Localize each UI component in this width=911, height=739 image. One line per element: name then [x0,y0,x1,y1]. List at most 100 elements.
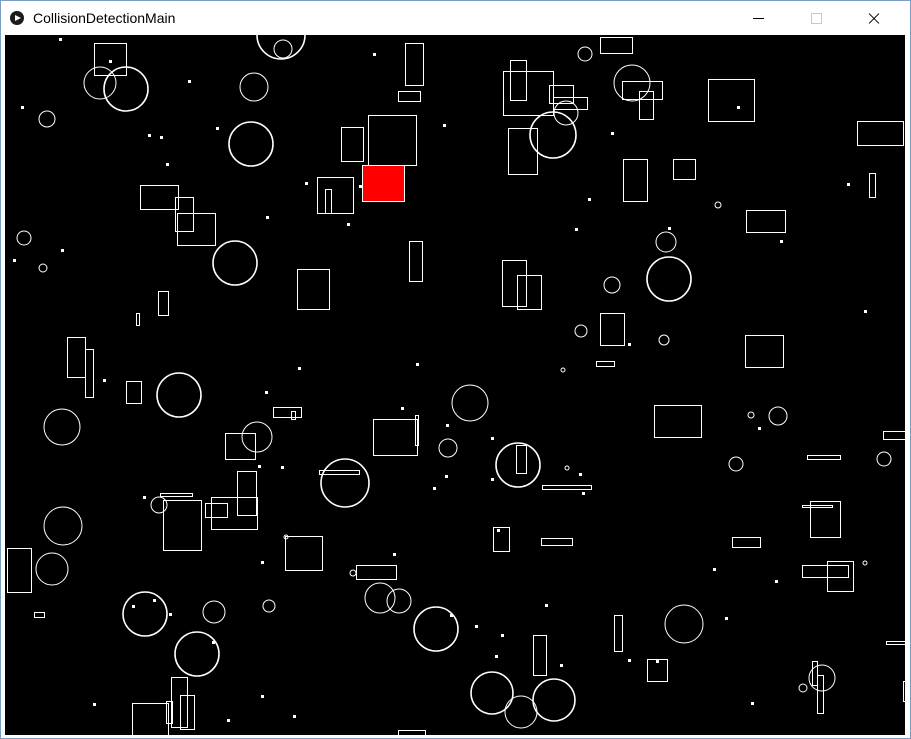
scene-svg [7,35,905,735]
point-dot [13,259,16,262]
outlined-rectangle [7,548,32,593]
outlined-rectangle [177,213,216,246]
outlined-rectangle [225,433,256,460]
outlined-rectangle [373,419,418,456]
outlined-circle [156,372,202,418]
outlined-circle [747,411,755,419]
point-dot [491,478,494,481]
outlined-rectangle [205,503,228,518]
point-dot [212,641,215,644]
point-dot [305,182,308,185]
outlined-circle [664,604,704,644]
point-dot [216,127,219,130]
point-dot [560,664,563,667]
outlined-rectangle [533,635,547,676]
outlined-rectangle [654,405,702,438]
point-dot [628,659,631,662]
outlined-circle [35,552,69,586]
outlined-rectangle [812,661,818,686]
colliding-rectangle[interactable] [362,165,405,202]
outlined-rectangle [732,537,761,548]
outlined-circle [38,263,48,273]
outlined-circle [122,591,168,637]
outlined-circle [349,569,357,577]
outlined-circle [470,671,514,715]
outlined-circle [504,695,538,729]
outlined-rectangle [623,159,648,202]
outlined-rectangle [802,565,849,578]
point-dot [21,106,24,109]
outlined-circle [862,560,868,566]
maximize-button[interactable] [793,1,839,35]
point-dot [847,183,850,186]
point-dot [737,106,740,109]
outlined-rectangle [517,275,542,310]
outlined-rectangle [132,703,169,735]
outlined-circle [273,39,293,59]
outlined-rectangle [163,500,202,551]
point-dot [153,599,156,602]
outlined-circle [728,456,744,472]
outlined-rectangle [325,189,332,214]
point-dot [59,38,62,41]
outlined-circle [574,324,588,338]
outlined-rectangle [817,675,824,714]
point-dot [751,702,754,705]
point-dot [281,466,284,469]
point-dot [93,703,96,706]
outlined-circle [43,408,81,446]
close-button[interactable] [851,1,897,35]
point-dot [443,124,446,127]
outlined-circle [876,451,892,467]
point-dot [298,367,301,370]
point-dot [169,613,172,616]
outlined-circle [239,72,269,102]
outlined-rectangle [158,291,169,316]
outlined-rectangle [34,612,45,618]
point-dot [393,553,396,556]
outlined-circle [655,231,677,253]
outlined-circle [438,438,458,458]
outlined-rectangle [508,128,538,175]
outlined-circle [564,465,570,471]
outlined-rectangle [541,538,573,546]
point-dot [497,529,500,532]
point-dot [401,407,404,410]
outlined-rectangle [319,470,360,475]
outlined-rectangle [126,381,142,404]
outlined-rectangle [516,445,527,474]
outlined-rectangle [237,471,257,516]
outlined-circle [150,496,168,514]
point-dot [545,604,548,607]
point-dot [628,343,631,346]
outlined-rectangle [886,641,905,645]
minimize-button[interactable] [735,1,781,35]
outlined-rectangle [356,565,397,580]
point-dot [359,185,362,188]
outlined-rectangle [291,411,296,420]
outlined-circle [262,599,276,613]
outlined-circle [532,678,576,722]
outlined-circle [714,201,722,209]
point-dot [266,216,269,219]
point-dot [227,719,230,722]
point-dot [103,379,106,382]
outlined-circle [364,582,396,614]
outlined-circle [320,458,370,508]
sketch-canvas[interactable] [5,35,905,735]
outlined-rectangle [600,313,625,346]
outlined-circle [212,240,258,286]
outlined-circle [386,588,412,614]
point-dot [61,249,64,252]
outlined-rectangle [160,493,193,497]
point-dot [575,228,578,231]
point-dot [261,695,264,698]
outlined-rectangle [368,115,417,166]
outlined-rectangle [67,337,86,378]
point-dot [668,227,671,230]
outlined-circle [495,442,541,488]
outlined-rectangle [493,527,510,552]
point-dot [416,363,419,366]
title-bar[interactable]: CollisionDetectionMain [1,1,910,35]
point-dot [132,605,135,608]
